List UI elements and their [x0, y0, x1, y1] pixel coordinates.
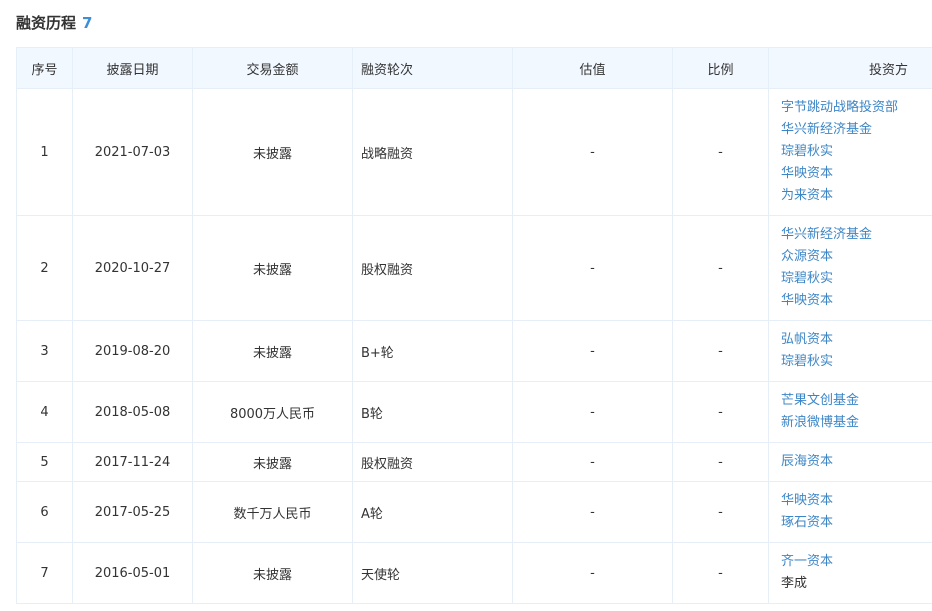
investor-list: 辰海资本: [781, 451, 932, 473]
table-header-row: 序号 披露日期 交易金额 融资轮次 估值 比例 投资方: [16, 47, 932, 89]
cell-ratio: -: [672, 381, 769, 443]
cell-round: 战略融资: [352, 88, 513, 216]
investor-link[interactable]: 华兴新经济基金: [781, 224, 932, 246]
cell-investors: 华兴新经济基金 众源资本 琮碧秋实 华映资本: [768, 215, 932, 321]
investor-link[interactable]: 华映资本: [781, 163, 932, 185]
col-header-index: 序号: [16, 47, 73, 89]
cell-round: 股权融资: [352, 442, 513, 482]
cell-amount: 数千万人民币: [192, 481, 353, 543]
cell-amount: 8000万人民币: [192, 381, 353, 443]
cell-valuation: -: [512, 542, 673, 604]
cell-date: 2019-08-20: [72, 320, 193, 382]
investor-list: 华兴新经济基金 众源资本 琮碧秋实 华映资本: [781, 224, 932, 312]
cell-round: A轮: [352, 481, 513, 543]
investor-link[interactable]: 琮碧秋实: [781, 268, 932, 290]
investor-list: 字节跳动战略投资部 华兴新经济基金 琮碧秋实 华映资本 为来资本: [781, 97, 932, 207]
cell-date: 2021-07-03: [72, 88, 193, 216]
investor-link[interactable]: 琮碧秋实: [781, 351, 932, 373]
investor-link[interactable]: 芒果文创基金: [781, 390, 932, 412]
cell-date: 2016-05-01: [72, 542, 193, 604]
table-row: 6 2017-05-25 数千万人民币 A轮 - - 华映资本 琢石资本: [16, 481, 932, 543]
cell-date: 2020-10-27: [72, 215, 193, 321]
cell-valuation: -: [512, 320, 673, 382]
investor-link[interactable]: 齐一资本: [781, 551, 932, 573]
cell-investors: 字节跳动战略投资部 华兴新经济基金 琮碧秋实 华映资本 为来资本: [768, 88, 932, 216]
cell-ratio: -: [672, 215, 769, 321]
cell-investors: 芒果文创基金 新浪微博基金: [768, 381, 932, 443]
investor-link[interactable]: 琢石资本: [781, 512, 932, 534]
investor-link[interactable]: 华兴新经济基金: [781, 119, 932, 141]
funding-count: 7: [82, 14, 93, 32]
cell-amount: 未披露: [192, 88, 353, 216]
section-title-text: 融资历程: [16, 14, 77, 32]
table-row: 1 2021-07-03 未披露 战略融资 - - 字节跳动战略投资部 华兴新经济基金 琮碧秋实…: [16, 88, 932, 216]
investor-list: 芒果文创基金 新浪微博基金: [781, 390, 932, 434]
table-row: 3 2019-08-20 未披露 B+轮 - - 弘帆资本 琮碧秋实: [16, 320, 932, 382]
cell-index: 2: [16, 215, 73, 321]
investor-list: 弘帆资本 琮碧秋实: [781, 329, 932, 373]
cell-investors: 齐一资本 李成: [768, 542, 932, 604]
col-header-round: 融资轮次: [352, 47, 513, 89]
col-header-valuation: 估值: [512, 47, 673, 89]
cell-ratio: -: [672, 542, 769, 604]
investor-link[interactable]: 辰海资本: [781, 451, 932, 473]
funding-history-table: 序号 披露日期 交易金额 融资轮次 估值 比例 投资方 1 2021-07-03 未…: [16, 47, 932, 604]
cell-investors: 辰海资本: [768, 442, 932, 482]
investor-link[interactable]: 弘帆资本: [781, 329, 932, 351]
cell-valuation: -: [512, 481, 673, 543]
col-header-date: 披露日期: [72, 47, 193, 89]
cell-ratio: -: [672, 481, 769, 543]
investor-link[interactable]: 为来资本: [781, 185, 932, 207]
table-row: 5 2017-11-24 未披露 股权融资 - - 辰海资本: [16, 442, 932, 482]
cell-round: 天使轮: [352, 542, 513, 604]
cell-valuation: -: [512, 88, 673, 216]
cell-round: B轮: [352, 381, 513, 443]
cell-ratio: -: [672, 442, 769, 482]
cell-date: 2017-05-25: [72, 481, 193, 543]
cell-date: 2018-05-08: [72, 381, 193, 443]
cell-index: 6: [16, 481, 73, 543]
cell-index: 7: [16, 542, 73, 604]
investor-link[interactable]: 华映资本: [781, 490, 932, 512]
cell-round: B+轮: [352, 320, 513, 382]
investor-link[interactable]: 琮碧秋实: [781, 141, 932, 163]
cell-valuation: -: [512, 442, 673, 482]
cell-date: 2017-11-24: [72, 442, 193, 482]
investor-list: 齐一资本 李成: [781, 551, 932, 595]
cell-ratio: -: [672, 88, 769, 216]
cell-investors: 华映资本 琢石资本: [768, 481, 932, 543]
cell-index: 4: [16, 381, 73, 443]
cell-index: 3: [16, 320, 73, 382]
col-header-ratio: 比例: [672, 47, 769, 89]
cell-round: 股权融资: [352, 215, 513, 321]
investor-link[interactable]: 新浪微博基金: [781, 412, 932, 434]
cell-investors: 弘帆资本 琮碧秋实: [768, 320, 932, 382]
col-header-amount: 交易金额: [192, 47, 353, 89]
table-row: 2 2020-10-27 未披露 股权融资 - - 华兴新经济基金 众源资本 琮碧秋实 华映资本: [16, 215, 932, 321]
investor-name: 李成: [781, 576, 808, 591]
cell-valuation: -: [512, 215, 673, 321]
col-header-investors: 投资方: [768, 47, 932, 89]
table-row: 4 2018-05-08 8000万人民币 B轮 - - 芒果文创基金 新浪微博基金: [16, 381, 932, 443]
cell-valuation: -: [512, 381, 673, 443]
cell-ratio: -: [672, 320, 769, 382]
table-row: 7 2016-05-01 未披露 天使轮 - - 齐一资本 李成: [16, 542, 932, 604]
cell-amount: 未披露: [192, 320, 353, 382]
investor-link[interactable]: 众源资本: [781, 246, 932, 268]
investor-link[interactable]: 字节跳动战略投资部: [781, 97, 932, 119]
section-title: 融资历程 7: [16, 12, 92, 33]
cell-index: 1: [16, 88, 73, 216]
investor-link[interactable]: 华映资本: [781, 290, 932, 312]
cell-amount: 未披露: [192, 542, 353, 604]
cell-index: 5: [16, 442, 73, 482]
cell-amount: 未披露: [192, 215, 353, 321]
cell-amount: 未披露: [192, 442, 353, 482]
investor-list: 华映资本 琢石资本: [781, 490, 932, 534]
